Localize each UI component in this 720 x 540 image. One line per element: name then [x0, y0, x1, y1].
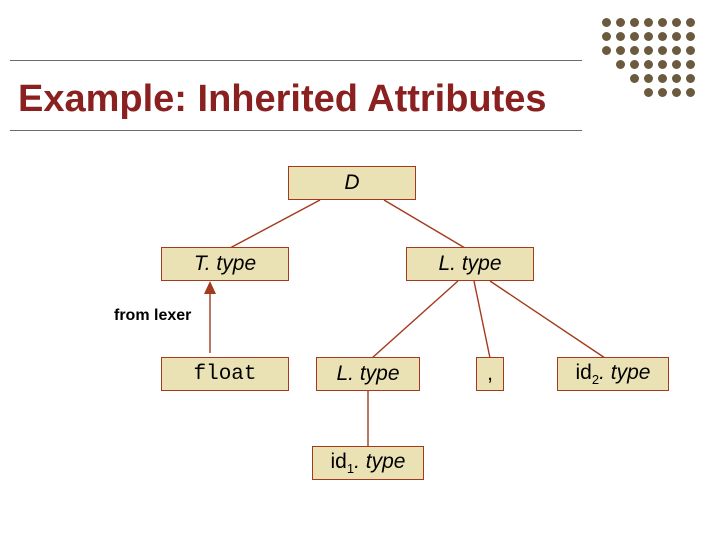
from-lexer-label: from lexer: [114, 307, 191, 325]
node-float: float: [161, 357, 289, 391]
node-id1-type-label: id1. type: [331, 450, 406, 476]
node-comma: ,: [476, 357, 504, 391]
node-id2-type: id2. type: [557, 357, 669, 391]
node-L-type-2: L. type: [316, 357, 420, 391]
node-float-label: float: [193, 363, 256, 386]
node-id1-type: id1. type: [312, 446, 424, 480]
node-L-type-1: L. type: [406, 247, 534, 281]
slide: Example: Inherited Attributes D T. type …: [0, 0, 720, 540]
node-comma-label: ,: [487, 362, 493, 386]
node-T-type: T. type: [161, 247, 289, 281]
node-D: D: [288, 166, 416, 200]
node-id2-type-label: id2. type: [576, 361, 651, 387]
